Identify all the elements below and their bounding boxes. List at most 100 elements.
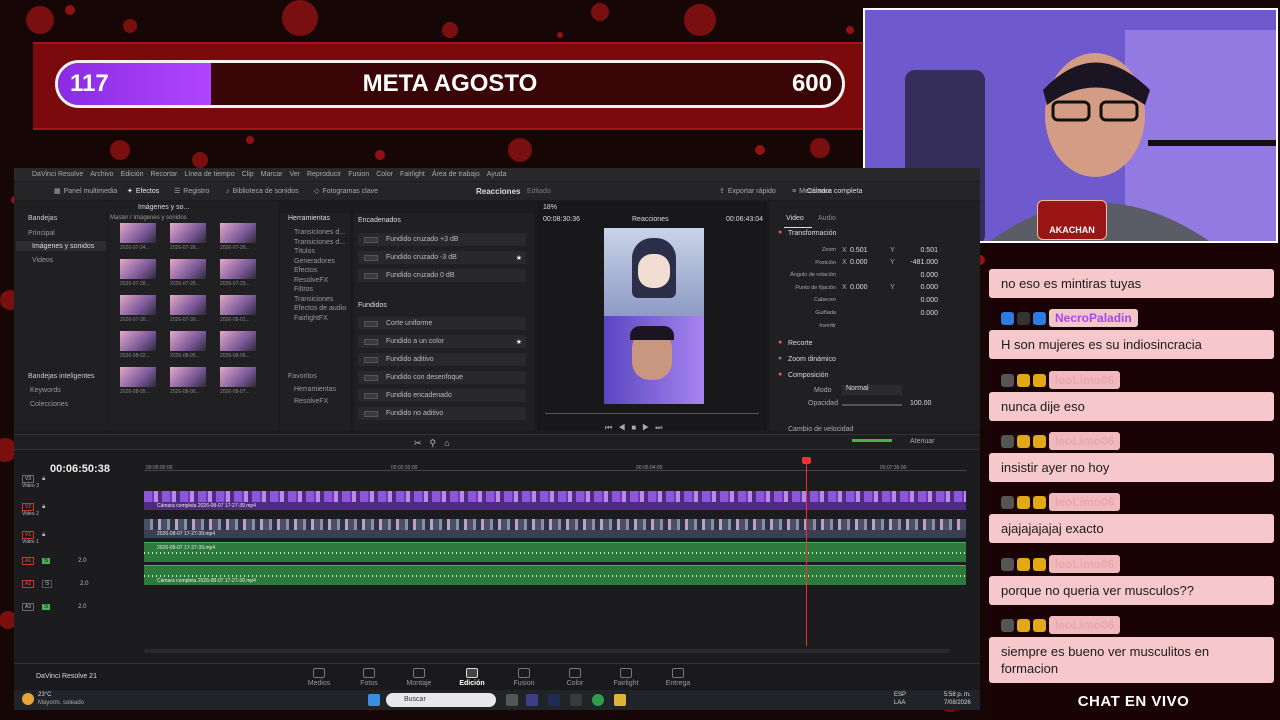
effect-item[interactable]: Fundido no aditivo bbox=[358, 407, 526, 420]
effect-item[interactable]: Fundido con desenfoque bbox=[358, 371, 526, 384]
media-thumbnail[interactable] bbox=[170, 223, 206, 243]
section-retime[interactable]: Cambio de velocidad bbox=[788, 426, 853, 433]
media-thumbnail[interactable] bbox=[220, 259, 256, 279]
bin-item[interactable]: Imágenes y sonidos bbox=[32, 243, 94, 250]
section-transform[interactable]: Transformación bbox=[788, 230, 836, 237]
menu-item[interactable]: DaVinci Resolve bbox=[32, 171, 83, 178]
keyframes-button[interactable]: ◇ Fotogramas clave bbox=[314, 182, 378, 200]
row-value-b[interactable]: -481.000 bbox=[898, 259, 938, 266]
effects-tree-item[interactable]: Transiciones d... bbox=[294, 238, 346, 248]
media-thumbnail[interactable] bbox=[220, 331, 256, 351]
section-composite[interactable]: Composición bbox=[788, 372, 828, 379]
media-thumbnail[interactable] bbox=[120, 295, 156, 315]
favorite-item[interactable]: ResolveFX bbox=[294, 398, 328, 405]
edit-tools[interactable]: ✂⚲⌂ bbox=[414, 438, 458, 449]
bin-item[interactable]: Videos bbox=[32, 257, 53, 264]
mode-select[interactable]: Normal bbox=[842, 385, 902, 395]
effect-item[interactable]: Fundido encadenado bbox=[358, 389, 526, 402]
windows-start-icon[interactable] bbox=[368, 694, 380, 706]
bin-item[interactable]: Principal bbox=[28, 230, 55, 237]
media-pool-dropdown[interactable]: Imágenes y so... bbox=[138, 204, 189, 211]
weather-temp[interactable]: 23°C bbox=[38, 692, 51, 698]
menu-item[interactable]: Ayuda bbox=[487, 171, 507, 178]
mute-button[interactable]: Atenuar bbox=[910, 438, 935, 445]
row-value-b[interactable]: 0.000 bbox=[898, 310, 938, 317]
menu-item[interactable]: Color bbox=[376, 171, 393, 178]
page-tab-edición[interactable]: Edición bbox=[452, 668, 492, 687]
row-value-b[interactable]: 0.000 bbox=[898, 297, 938, 304]
effect-item[interactable]: Fundido cruzado 0 dB bbox=[358, 269, 526, 282]
menu-item[interactable]: Línea de tiempo bbox=[184, 171, 234, 178]
clock-time[interactable]: 5:58 p. m. bbox=[944, 692, 971, 698]
taskbar-search[interactable]: Buscar bbox=[386, 693, 496, 707]
transport-controls[interactable]: ⏮◀■▶⏭ bbox=[605, 423, 669, 433]
menu-item[interactable]: Archivo bbox=[90, 171, 113, 178]
media-thumbnail[interactable] bbox=[220, 223, 256, 243]
playhead-handle[interactable] bbox=[801, 457, 811, 464]
row-value-a[interactable]: 0.000 bbox=[850, 259, 890, 266]
menu-item[interactable]: Clip bbox=[242, 171, 254, 178]
solo-button[interactable]: S bbox=[42, 580, 53, 588]
row-value-b[interactable]: 0.000 bbox=[898, 284, 938, 291]
clip-a2[interactable]: Cámara completa 2026-08-07 17-27-39.mp4 bbox=[144, 565, 966, 585]
clip-v2[interactable] bbox=[144, 491, 966, 502]
viewer-zoom[interactable]: 18% bbox=[543, 204, 557, 211]
page-tab-fotos[interactable]: Fotos bbox=[349, 668, 389, 687]
menu-item[interactable]: Reproducir bbox=[307, 171, 341, 178]
star-icon[interactable]: ★ bbox=[516, 338, 522, 346]
tab-audio[interactable]: Audio bbox=[818, 215, 836, 222]
favorite-item[interactable]: Herramientas bbox=[294, 386, 336, 393]
menu-item[interactable]: Área de trabajo bbox=[432, 171, 480, 178]
volume-slider[interactable] bbox=[852, 439, 892, 442]
lock-icon[interactable]: 🔒︎ bbox=[42, 504, 45, 511]
row-value-a[interactable]: 0.501 bbox=[850, 247, 890, 254]
media-thumbnail[interactable] bbox=[170, 259, 206, 279]
opacity-slider[interactable] bbox=[842, 404, 902, 406]
effect-item[interactable]: Fundido cruzado +3 dB bbox=[358, 233, 526, 246]
chrome-icon[interactable] bbox=[592, 694, 604, 706]
media-thumbnail[interactable] bbox=[170, 331, 206, 351]
resolve-app-icon[interactable] bbox=[526, 694, 538, 706]
timeline-ruler[interactable]: 00:00:00:00 00:02:32:00 00:05:04:00 00:0… bbox=[144, 461, 966, 471]
effects-tree-item[interactable]: Títulos bbox=[294, 247, 346, 257]
page-tab-color[interactable]: Color bbox=[555, 668, 595, 687]
effect-item[interactable]: Fundido cruzado -3 dB ★ bbox=[358, 251, 526, 264]
media-thumbnail[interactable] bbox=[220, 367, 256, 387]
tab-video[interactable]: Video bbox=[786, 215, 804, 222]
folder-icon[interactable] bbox=[614, 694, 626, 706]
clip-v1[interactable] bbox=[144, 519, 966, 530]
menu-item[interactable]: Recortar bbox=[151, 171, 178, 178]
media-thumbnail[interactable] bbox=[220, 295, 256, 315]
media-thumbnail[interactable] bbox=[170, 295, 206, 315]
page-tab-fusion[interactable]: Fusion bbox=[504, 668, 544, 687]
effects-tree-item[interactable]: Generadores bbox=[294, 257, 346, 267]
effects-tree-item[interactable]: FairlightFX bbox=[294, 314, 346, 324]
obs-icon[interactable] bbox=[570, 694, 582, 706]
star-icon[interactable]: ★ bbox=[516, 254, 522, 262]
row-value-b[interactable]: 0.501 bbox=[898, 247, 938, 254]
row-value-a[interactable]: 0.000 bbox=[850, 284, 890, 291]
menu-item[interactable]: Marcar bbox=[261, 171, 283, 178]
smart-bin-item[interactable]: Keywords bbox=[30, 387, 61, 394]
opacity-value[interactable]: 100.00 bbox=[910, 400, 931, 407]
page-tab-fairlight[interactable]: Fairlight bbox=[606, 668, 646, 687]
media-thumbnail[interactable] bbox=[120, 331, 156, 351]
menu-item[interactable]: Edición bbox=[121, 171, 144, 178]
lock-icon[interactable]: 🔒︎ bbox=[42, 532, 45, 539]
register-button[interactable]: ☰ Registro bbox=[174, 182, 209, 200]
menu-item[interactable]: Fusion bbox=[348, 171, 369, 178]
media-thumbnail[interactable] bbox=[120, 223, 156, 243]
solo-button[interactable]: S bbox=[42, 604, 51, 610]
page-tab-entrega[interactable]: Entrega bbox=[658, 668, 698, 687]
media-thumbnail[interactable] bbox=[120, 367, 156, 387]
page-tab-montaje[interactable]: Montaje bbox=[399, 668, 439, 687]
row-value-b[interactable]: 0.000 bbox=[898, 272, 938, 279]
effect-item[interactable]: Corte uniforme bbox=[358, 317, 526, 330]
playhead[interactable] bbox=[801, 457, 811, 646]
media-thumbnail[interactable] bbox=[170, 367, 206, 387]
section-dynamic-zoom[interactable]: Zoom dinámico bbox=[788, 356, 836, 363]
media-thumbnail[interactable] bbox=[120, 259, 156, 279]
photoshop-icon[interactable] bbox=[548, 694, 560, 706]
clip-a1[interactable]: 2026-08-07 17-27-39.mp4 bbox=[144, 542, 966, 562]
effects-tree-item[interactable]: Transiciones bbox=[294, 295, 346, 305]
